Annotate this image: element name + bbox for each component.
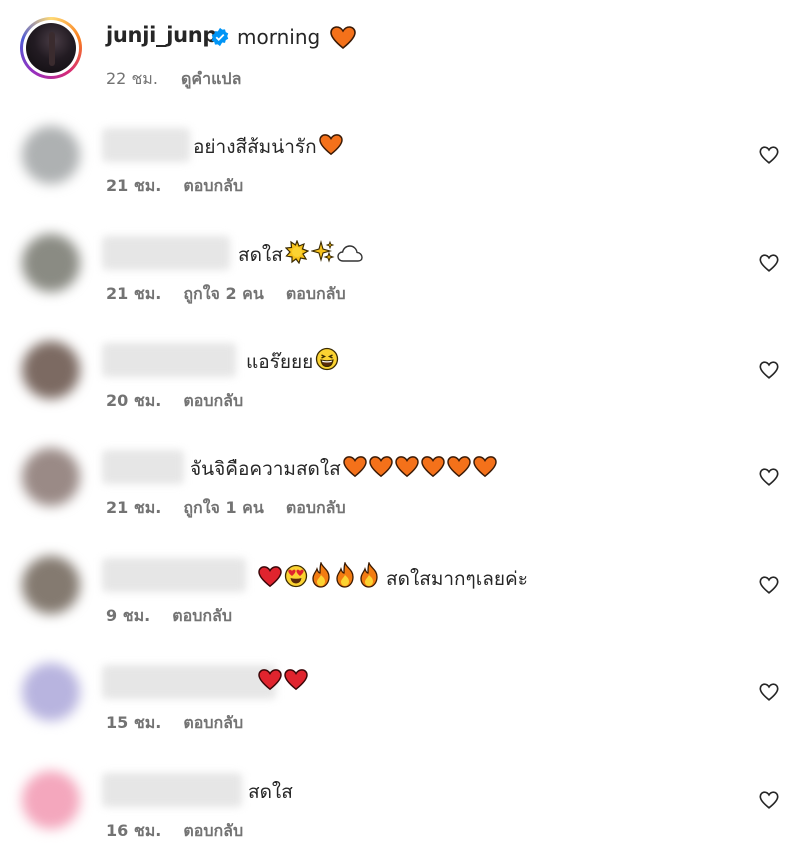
comment-meta: 20 ชม. ตอบกลับ [106, 389, 265, 414]
commenter-avatar[interactable] [22, 448, 80, 506]
comment-meta: 9 ชม. ตอบกลับ [106, 604, 254, 629]
fire-icon [310, 561, 332, 593]
reply-button[interactable]: ตอบกลับ [183, 391, 243, 410]
red-heart-icon [258, 669, 282, 696]
comment-time: 21 ชม. [106, 284, 162, 303]
commenter-avatar[interactable] [22, 663, 80, 721]
sun-icon [284, 239, 310, 269]
orange-heart-icon [330, 26, 356, 50]
commenter-avatar[interactable] [22, 341, 80, 399]
comment-like-count[interactable]: ถูกใจ 2 คน [183, 284, 263, 303]
comment-body: สดใส [248, 781, 293, 803]
comment-text: สดใส [238, 239, 363, 270]
comment-meta: 15 ชม. ตอบกลับ [106, 711, 265, 736]
commenter-username-blurred[interactable] [102, 450, 184, 484]
like-heart-icon[interactable] [758, 252, 780, 274]
commenter-username-blurred[interactable] [102, 558, 246, 592]
orange-heart-icon [395, 456, 419, 483]
orange-heart-icon [421, 456, 445, 483]
comment-meta: 21 ชม. ตอบกลับ [106, 174, 265, 199]
red-heart-icon [258, 566, 282, 593]
red-heart-icon [284, 669, 308, 696]
comment-body: แอร๊ยยย [246, 351, 314, 373]
comment-text: จันจิคือความสดใส [190, 454, 497, 484]
like-heart-icon[interactable] [758, 574, 780, 596]
comment-text: แอร๊ยยย [246, 347, 339, 377]
orange-heart-icon [318, 134, 343, 161]
orange-heart-icon [369, 456, 393, 483]
comment-item: 15 ชม. ตอบกลับ [0, 647, 800, 754]
comment-text: อย่างสีส้มน่ารัก [193, 132, 343, 162]
comment-time: 21 ชม. [106, 498, 162, 517]
reply-button[interactable]: ตอบกลับ [286, 284, 346, 303]
comment-body: อย่างสีส้มน่ารัก [193, 136, 317, 158]
comment-meta: 21 ชม. ถูกใจ 1 คน ตอบกลับ [106, 496, 368, 521]
comment-body: สดใส [238, 244, 283, 266]
comment-time: 20 ชม. [106, 391, 162, 410]
grinning-squint-face-icon [315, 347, 339, 376]
reply-button[interactable]: ตอบกลับ [172, 606, 232, 625]
comment-text [256, 669, 308, 696]
comment-item: จันจิคือความสดใส 21 ชม. ถูกใจ 1 คน ตอบกลับ [0, 432, 800, 539]
like-heart-icon[interactable] [758, 466, 780, 488]
comment-time: 16 ชม. [106, 821, 162, 840]
reply-button[interactable]: ตอบกลับ [183, 176, 243, 195]
fire-icon [358, 561, 380, 593]
commenter-avatar[interactable] [22, 234, 80, 292]
comment-time: 21 ชม. [106, 176, 162, 195]
commenter-username-blurred[interactable] [102, 343, 236, 377]
commenter-username-blurred[interactable] [102, 236, 230, 270]
like-heart-icon[interactable] [758, 144, 780, 166]
sparkles-icon [309, 239, 335, 269]
post-caption: junji_junp morning 22 ชม. ดูคำแปล [0, 0, 800, 100]
comment-like-count[interactable]: ถูกใจ 1 คน [183, 498, 263, 517]
reply-button[interactable]: ตอบกลับ [286, 498, 346, 517]
cloud-icon [337, 244, 363, 269]
comment-text: สดใส [248, 777, 293, 807]
comment-time: 9 ชม. [106, 606, 151, 625]
comment-time: 15 ชม. [106, 713, 162, 732]
caption-time: 22 ชม. [106, 69, 158, 88]
comment-meta: 21 ชม. ถูกใจ 2 คน ตอบกลับ [106, 282, 368, 307]
comment-item: สดใส 16 ชม. ตอบกลับ [0, 755, 800, 862]
orange-heart-icon [447, 456, 471, 483]
author-avatar[interactable] [20, 17, 82, 79]
commenter-username-blurred[interactable] [102, 128, 190, 162]
commenter-avatar[interactable] [22, 556, 80, 614]
orange-heart-icon [473, 456, 497, 483]
comment-item: สดใส 21 ชม. ถูกใจ 2 คน ตอบกลับ [0, 218, 800, 325]
comment-text: สดใสมากๆเลยค่ะ [256, 561, 528, 594]
heart-eyes-icon [284, 564, 308, 593]
comment-item: สดใสมากๆเลยค่ะ 9 ชม. ตอบกลับ [0, 540, 800, 647]
fire-icon [334, 561, 356, 593]
caption-meta: 22 ชม. ดูคำแปล [106, 67, 259, 92]
like-heart-icon[interactable] [758, 359, 780, 381]
reply-button[interactable]: ตอบกลับ [183, 821, 243, 840]
comment-body: สดใสมากๆเลยค่ะ [386, 568, 528, 590]
author-username[interactable]: junji_junp [106, 23, 217, 47]
like-heart-icon[interactable] [758, 681, 780, 703]
comment-item: แอร๊ยยย 20 ชม. ตอบกลับ [0, 325, 800, 432]
like-heart-icon[interactable] [758, 789, 780, 811]
commenter-avatar[interactable] [22, 771, 80, 829]
comment-body: จันจิคือความสดใส [190, 458, 341, 480]
verified-badge-icon [211, 27, 229, 47]
translate-link[interactable]: ดูคำแปล [181, 69, 241, 88]
orange-heart-icon [343, 456, 367, 483]
comment-item: อย่างสีส้มน่ารัก 21 ชม. ตอบกลับ [0, 110, 800, 217]
reply-button[interactable]: ตอบกลับ [183, 713, 243, 732]
caption-text: morning [237, 25, 321, 49]
commenter-username-blurred[interactable] [102, 665, 276, 699]
commenter-avatar[interactable] [22, 126, 80, 184]
commenter-username-blurred[interactable] [102, 773, 242, 807]
comment-meta: 16 ชม. ตอบกลับ [106, 819, 265, 844]
